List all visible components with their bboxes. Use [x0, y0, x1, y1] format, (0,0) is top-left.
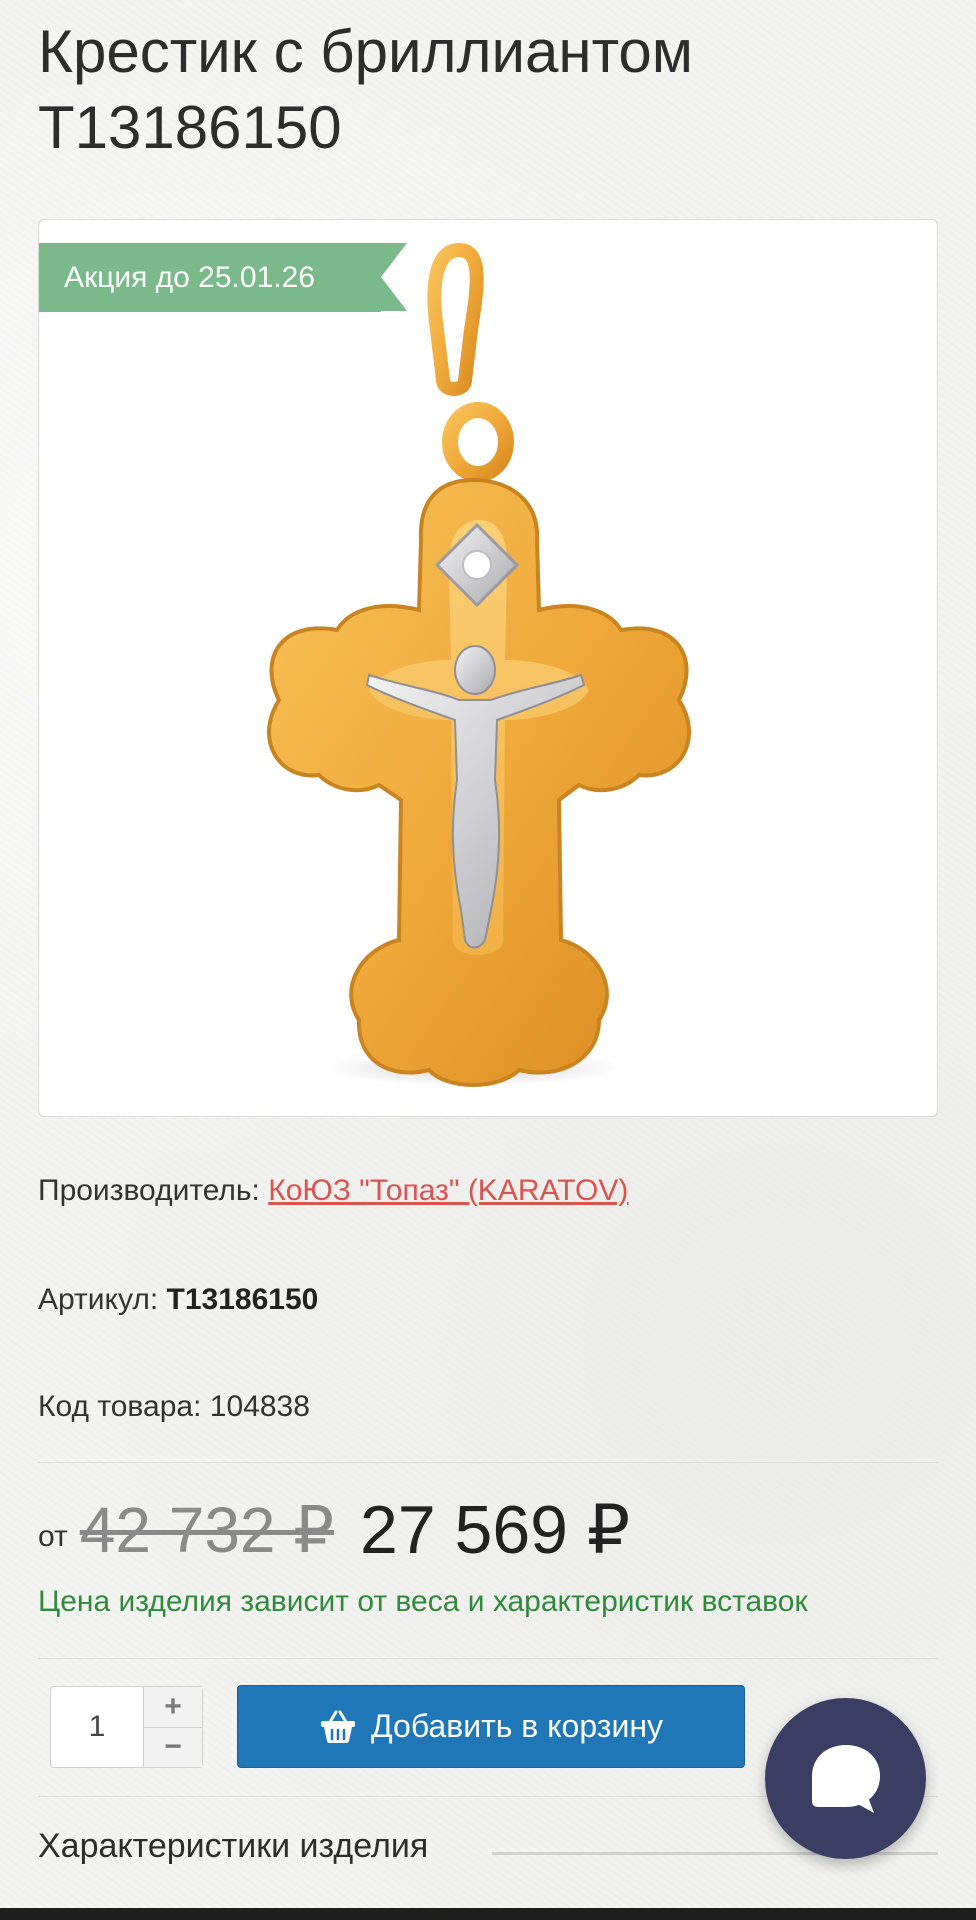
divider [38, 1658, 938, 1659]
product-image-card[interactable]: Акция до 25.01.26 [38, 219, 938, 1117]
sku-label: Артикул: [38, 1283, 159, 1316]
chat-button[interactable] [765, 1698, 926, 1859]
price-row: от 42 732 ₽ 27 569 ₽ [38, 1490, 630, 1570]
price-note: Цена изделия зависит от веса и характери… [38, 1585, 808, 1618]
quantity-minus-button[interactable]: − [144, 1727, 202, 1767]
divider [38, 1462, 938, 1463]
old-price: 42 732 ₽ [79, 1493, 335, 1566]
manufacturer-row: Производитель: КоЮЗ "Топаз" (KARATOV) [38, 1174, 628, 1208]
promo-badge: Акция до 25.01.26 [39, 243, 407, 312]
bottom-system-bar [0, 1908, 976, 1920]
basket-icon [320, 1710, 355, 1743]
sku-value: Т13186150 [166, 1283, 319, 1316]
quantity-plus-button[interactable]: + [144, 1687, 202, 1728]
current-price: 27 569 ₽ [360, 1491, 631, 1568]
add-to-cart-label: Добавить в корзину [370, 1708, 663, 1744]
product-code-label: Код товара: [38, 1390, 202, 1423]
quantity-input[interactable] [51, 1687, 143, 1767]
price-from-label: от [38, 1520, 68, 1553]
product-code-value: 104838 [209, 1390, 310, 1423]
add-to-cart-button[interactable]: Добавить в корзину [237, 1685, 745, 1768]
page-title: Крестик с бриллиантом Т13186150 [38, 18, 693, 161]
sku-row: Артикул: Т13186150 [38, 1283, 318, 1317]
manufacturer-link[interactable]: КоЮЗ "Топаз" (KARATOV) [268, 1174, 628, 1207]
quantity-stepper-buttons: + − [143, 1687, 202, 1767]
product-image[interactable] [39, 220, 937, 1116]
quantity-stepper: + − [50, 1686, 203, 1768]
product-code-row: Код товара: 104838 [38, 1390, 310, 1424]
chat-bubble-icon [811, 1744, 880, 1813]
section-title-characteristics[interactable]: Характеристики изделия [38, 1827, 428, 1866]
manufacturer-label: Производитель: [38, 1174, 260, 1207]
